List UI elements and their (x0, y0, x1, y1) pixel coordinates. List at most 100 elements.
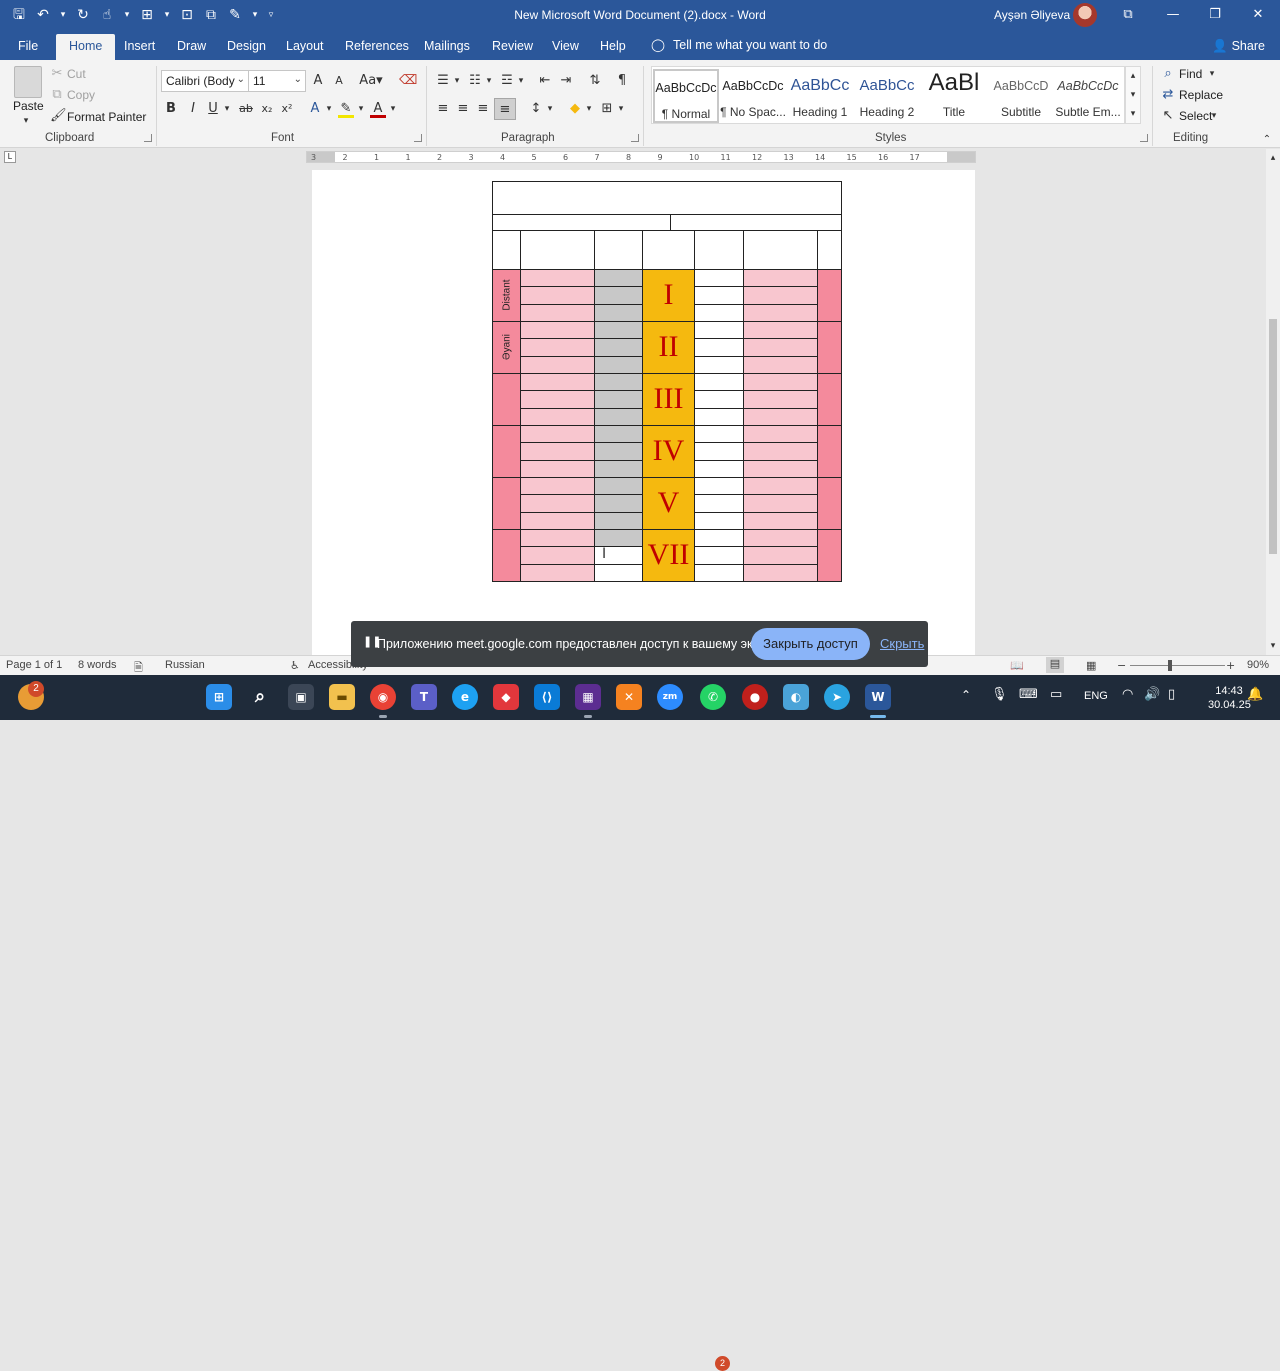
table-cell[interactable] (694, 511, 744, 530)
table-cell[interactable] (694, 407, 744, 426)
table-cell[interactable] (520, 355, 595, 374)
recorder-icon[interactable]: ● (742, 684, 768, 710)
display-icon[interactable]: ▭ (1050, 687, 1062, 702)
table-cell[interactable] (694, 425, 744, 444)
table-cell[interactable] (743, 477, 818, 496)
user-name[interactable]: Ayşən Əliyeva (994, 8, 1070, 22)
hide-link[interactable]: Скрыть (880, 636, 924, 651)
style-normal[interactable]: AaBbCcDc ¶ Normal (653, 69, 719, 123)
justify-icon[interactable]: ≡ (494, 98, 516, 120)
strikethrough-icon[interactable]: ab (237, 100, 255, 118)
scroll-down-icon[interactable]: ▾ (1268, 637, 1278, 655)
page-count[interactable]: Page 1 of 1 (6, 659, 62, 671)
paste-icon[interactable] (14, 66, 42, 98)
paste-button[interactable]: Paste (13, 99, 44, 113)
close-icon[interactable]: ✕ (1245, 4, 1271, 26)
tell-me-search[interactable]: ◯ Tell me what you want to do (651, 37, 827, 52)
text-effects-dropdown-icon[interactable]: ▾ (324, 100, 334, 118)
underline-dropdown-icon[interactable]: ▾ (222, 100, 232, 118)
table-cell[interactable] (743, 563, 818, 582)
table-cell[interactable] (520, 563, 595, 582)
table-cell[interactable] (594, 477, 643, 496)
show-formatting-icon[interactable]: ¶ (614, 72, 630, 90)
sort-icon[interactable]: ⇅ (586, 72, 604, 90)
multilevel-list-icon[interactable]: ☲ (498, 72, 516, 90)
table-cell[interactable] (743, 286, 818, 305)
table-cell[interactable] (694, 355, 744, 374)
style-heading-2[interactable]: AaBbCc Heading 2 (854, 69, 920, 123)
vscode-icon[interactable]: ⟨⟩ (534, 684, 560, 710)
table-cell[interactable] (594, 338, 643, 357)
table-cell[interactable] (520, 407, 595, 426)
styles-launcher-icon[interactable] (1140, 134, 1148, 142)
table-cell[interactable] (743, 459, 818, 478)
file-explorer-icon[interactable]: ▬ (329, 684, 355, 710)
table-cell[interactable] (594, 442, 643, 461)
table-cell[interactable] (694, 286, 744, 305)
table-cell[interactable] (594, 269, 643, 288)
align-center-icon[interactable]: ≡ (454, 100, 472, 118)
search-icon[interactable]: ⌕ (247, 684, 273, 710)
grow-font-icon[interactable]: A (311, 72, 325, 90)
borders-icon[interactable]: ⊞ (598, 100, 616, 118)
table-cell[interactable] (594, 494, 643, 513)
find-button[interactable]: Find (1179, 67, 1202, 81)
app-icon[interactable]: ▦ (575, 684, 601, 710)
table-cell[interactable] (520, 459, 595, 478)
copy-button[interactable]: Copy (67, 88, 95, 102)
tab-insert[interactable]: Insert (124, 39, 155, 53)
table-cell[interactable] (694, 563, 744, 582)
start-icon[interactable]: ⊞ (206, 684, 232, 710)
table-cell[interactable] (743, 269, 818, 288)
table-cell[interactable] (594, 425, 643, 444)
line-spacing-dropdown-icon[interactable]: ▾ (545, 100, 555, 118)
table-cell[interactable] (743, 494, 818, 513)
table-cell[interactable] (694, 321, 744, 340)
find-dropdown-icon[interactable]: ▾ (1207, 65, 1217, 83)
italic-button[interactable]: I (186, 100, 200, 118)
shading-icon[interactable]: ◆ (566, 100, 584, 118)
tab-references[interactable]: References (345, 39, 409, 53)
table-cell[interactable] (743, 529, 818, 548)
table-header-cell[interactable] (817, 230, 842, 270)
table-cell[interactable] (594, 511, 643, 530)
select-button[interactable]: Select (1179, 109, 1212, 123)
cut-button[interactable]: Cut (67, 67, 86, 81)
tab-selector-icon[interactable]: L (4, 151, 16, 163)
table-cell[interactable] (743, 511, 818, 530)
style-title[interactable]: AaBl Title (921, 69, 987, 123)
web-layout-icon[interactable]: ▦ (1086, 659, 1096, 672)
avatar[interactable] (1073, 3, 1097, 27)
change-case-icon[interactable]: Aa▾ (359, 72, 383, 90)
table-cell[interactable] (520, 338, 595, 357)
table-cell[interactable] (743, 321, 818, 340)
multilevel-dropdown-icon[interactable]: ▾ (516, 72, 526, 90)
table-header-cell[interactable] (670, 214, 842, 231)
table-cell[interactable] (694, 477, 744, 496)
align-right-icon[interactable]: ≡ (474, 100, 492, 118)
table-cell[interactable] (694, 459, 744, 478)
stop-sharing-button[interactable]: Закрыть доступ (751, 628, 870, 660)
increase-indent-icon[interactable]: ⇥ (557, 72, 575, 90)
table-cell[interactable] (743, 407, 818, 426)
table-header-cell[interactable] (492, 214, 671, 231)
table-cell[interactable] (594, 321, 643, 340)
font-launcher-icon[interactable] (414, 134, 422, 142)
zoom-in-icon[interactable]: + (1226, 659, 1235, 672)
tab-draw[interactable]: Draw (177, 39, 206, 53)
tab-help[interactable]: Help (600, 39, 626, 53)
language[interactable]: Russian (165, 659, 205, 671)
table-cell[interactable] (743, 355, 818, 374)
task-view-icon[interactable]: ▣ (288, 684, 314, 710)
align-left-icon[interactable]: ≡ (434, 100, 452, 118)
style-subtitle[interactable]: AaBbCcD Subtitle (988, 69, 1054, 123)
vertical-scrollbar[interactable]: ▴ ▾ (1266, 149, 1280, 655)
read-mode-icon[interactable]: 📖 (1010, 659, 1024, 672)
volume-icon[interactable]: 🔊 (1144, 687, 1160, 702)
bullets-dropdown-icon[interactable]: ▾ (452, 72, 462, 90)
line-spacing-icon[interactable]: ↕ (527, 100, 545, 118)
minimize-icon[interactable]: — (1160, 4, 1186, 26)
style-subtle-emphasis[interactable]: AaBbCcDc Subtle Em... (1055, 69, 1121, 123)
paste-dropdown-icon[interactable]: ▾ (20, 112, 32, 130)
teams-icon[interactable]: T (411, 684, 437, 710)
